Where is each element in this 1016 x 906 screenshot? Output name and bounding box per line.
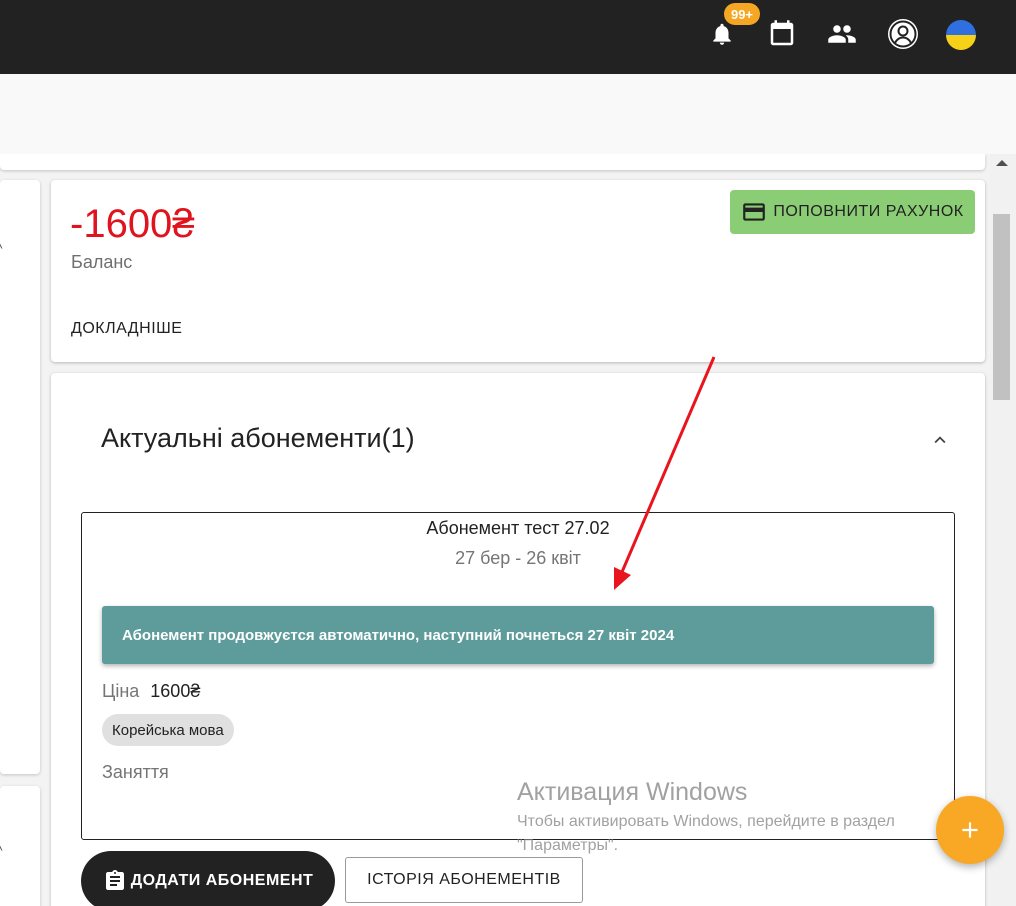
clipboard-icon — [105, 870, 124, 890]
ukraine-flag-icon — [946, 20, 976, 35]
balance-amount: -1600₴ — [70, 202, 195, 246]
subscription-dates: 27 бер - 26 квіт — [455, 548, 581, 568]
groups-button[interactable] — [825, 17, 859, 51]
price-row: Ціна 1600₴ — [102, 681, 200, 702]
language-flag-button[interactable] — [946, 20, 976, 50]
subscription-history-button[interactable]: ІСТОРІЯ АБОНЕМЕНТІВ — [345, 857, 583, 903]
subscription-name: Абонемент тест 27.02 — [426, 518, 610, 538]
watermark-title: Активация Windows — [517, 778, 748, 806]
chevron-up-icon — [934, 436, 946, 444]
add-subscription-label: ДОДАТИ АБОНЕМЕНТ — [130, 872, 314, 889]
topup-button[interactable]: ПОПОВНИТИ РАХУНОК — [730, 190, 975, 234]
profile-button[interactable] — [886, 17, 920, 51]
topup-label: ПОПОВНИТИ РАХУНОК — [773, 203, 964, 220]
windows-activation-watermark: Активация Windows Чтобы активировать Win… — [517, 778, 895, 855]
bell-icon — [713, 23, 731, 45]
sub-header — [0, 74, 1016, 154]
balance-card: -1600₴ Баланс ДОКЛАДНІШЕ ПОПОВНИТИ РАХУН… — [51, 180, 985, 362]
lessons-label: Заняття — [102, 762, 169, 782]
subject-chip: Корейська мова — [102, 714, 234, 746]
add-subscription-button[interactable]: ДОДАТИ АБОНЕМЕНТ — [81, 851, 335, 906]
subscriptions-title: Актуальні абонементи(1) — [101, 423, 415, 453]
credit-card-icon — [743, 203, 766, 221]
side-card-lower: ^ — [0, 786, 40, 906]
account-icon — [888, 19, 918, 49]
price-value: 1600₴ — [150, 681, 201, 701]
side-card: ^ — [0, 180, 40, 774]
balance-label: Баланс — [71, 252, 133, 272]
calendar-icon — [770, 20, 794, 46]
watermark-line: Чтобы активировать Windows, перейдите в … — [517, 813, 895, 830]
watermark-line: "Параметры". — [517, 837, 619, 854]
auto-renew-banner: Абонемент продовжуєтся автоматично, наст… — [102, 606, 934, 664]
calendar-button[interactable] — [765, 17, 799, 51]
notification-badge: 99+ — [724, 3, 760, 25]
plus-icon — [962, 822, 978, 838]
chevron-up-icon[interactable]: ^ — [0, 842, 3, 858]
people-icon — [828, 25, 856, 43]
scrollbar[interactable] — [990, 154, 1016, 906]
price-label: Ціна — [102, 681, 140, 701]
auto-renew-text: Абонемент продовжуєтся автоматично, наст… — [122, 626, 675, 644]
collapse-button[interactable] — [929, 429, 951, 456]
previous-card-edge — [0, 154, 985, 170]
app-bar: 99+ — [0, 0, 1016, 74]
chevron-up-icon[interactable]: ^ — [0, 240, 3, 256]
add-fab-button[interactable] — [936, 796, 1004, 864]
details-button[interactable]: ДОКЛАДНІШЕ — [71, 320, 182, 338]
scrollbar-thumb[interactable] — [993, 214, 1010, 400]
scroll-up-arrow-icon[interactable] — [994, 158, 1010, 168]
